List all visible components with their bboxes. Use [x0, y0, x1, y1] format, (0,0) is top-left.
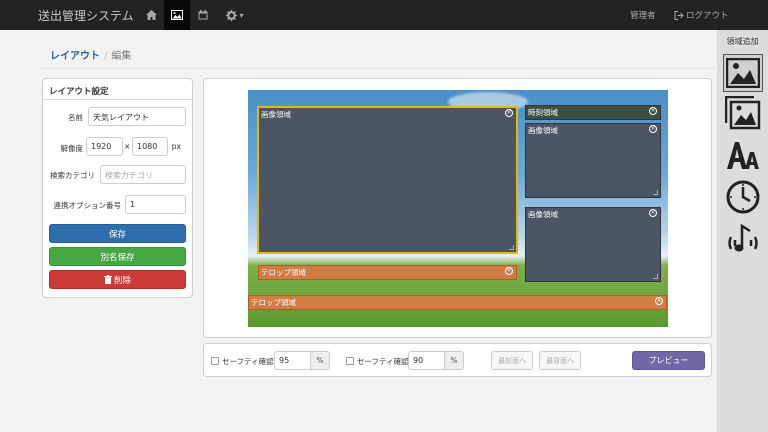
picture-icon — [171, 10, 183, 20]
option-label: 連携オプション番号 — [53, 201, 122, 210]
add-multi-image-region-tool[interactable] — [723, 94, 763, 132]
times-sign: × — [124, 142, 131, 151]
chevron-down-icon: ▾ — [239, 10, 244, 20]
region-label: テロップ領域 — [251, 298, 296, 307]
name-label: 名前 — [68, 113, 83, 122]
app-title[interactable]: 送出管理システム — [38, 7, 134, 24]
region-label: 時刻領域 — [528, 108, 558, 117]
resize-handle[interactable] — [653, 274, 658, 279]
image-region-right-top[interactable]: 画像領域 × — [525, 123, 661, 198]
region-label: 画像領域 — [528, 126, 558, 135]
breadcrumb-divider — [40, 68, 716, 69]
user-name[interactable]: 管理者 — [630, 9, 656, 21]
safety-check-1-label: セーフティ確認 — [222, 357, 274, 366]
add-text-region-tool[interactable] — [723, 136, 763, 174]
safety-check-1-checkbox[interactable] — [211, 357, 219, 365]
breadcrumb: レイアウト / 編集 — [50, 47, 131, 62]
add-region-sidebar: 領域追加 — [717, 30, 768, 432]
layout-settings-panel: レイアウト設定 名前 天気レイアウト 解像度 1920 × 1080 px 検索… — [42, 78, 193, 298]
telop-region-upper[interactable]: テロップ領域 × — [258, 265, 517, 280]
category-label: 検索カテゴリ — [50, 171, 95, 180]
home-icon — [145, 10, 157, 20]
close-icon[interactable]: × — [649, 107, 657, 115]
save-as-button[interactable]: 別名保存 — [49, 247, 186, 266]
panel-divider — [43, 99, 192, 100]
delete-button[interactable]: 削除 — [49, 270, 186, 289]
region-label: 画像領域 — [261, 110, 291, 119]
add-image-region-tool[interactable] — [723, 54, 763, 92]
safety-check-2-label: セーフティ確認 — [357, 357, 409, 366]
resize-handle[interactable] — [653, 190, 658, 195]
send-to-back-button[interactable]: 最背面へ — [539, 351, 581, 370]
panel-title: レイアウト設定 — [49, 87, 109, 97]
height-input[interactable]: 1080 — [132, 137, 168, 156]
top-navbar: 送出管理システム ▾ 管理者 ログアウト — [0, 0, 768, 30]
close-icon[interactable]: × — [649, 209, 657, 217]
images-icon — [725, 96, 761, 130]
breadcrumb-layout-link[interactable]: レイアウト — [50, 51, 100, 62]
bring-to-front-button[interactable]: 最前面へ — [491, 351, 533, 370]
sidebar-title: 領域追加 — [726, 37, 759, 46]
delete-label: 削除 — [113, 275, 131, 286]
nav-settings-dropdown[interactable]: ▾ — [220, 0, 250, 30]
nav-layout-button[interactable] — [164, 0, 190, 30]
resize-handle[interactable] — [509, 245, 514, 250]
music-icon — [728, 223, 758, 252]
gear-icon — [226, 9, 238, 21]
telop-region-lower[interactable]: テロップ領域 × — [248, 295, 667, 310]
image-region-main[interactable]: 画像領域 × — [257, 106, 518, 254]
breadcrumb-current: 編集 — [111, 51, 132, 62]
canvas-toolbar: セーフティ確認 95 % セーフティ確認 90 % 最前面へ 最背面へ プレビュ… — [203, 343, 712, 377]
picture-icon — [726, 58, 760, 88]
width-input[interactable]: 1920 — [86, 137, 123, 156]
layout-canvas[interactable]: 画像領域 × 時刻領域 × 画像領域 × 画像領域 × テロップ領域 × テロッ… — [248, 90, 668, 327]
breadcrumb-separator: / — [104, 51, 108, 62]
time-region[interactable]: 時刻領域 × — [525, 105, 661, 120]
resolution-label: 解像度 — [60, 144, 84, 153]
text-icon — [727, 142, 759, 169]
add-audio-region-tool[interactable] — [723, 220, 763, 258]
nav-calendar-button[interactable] — [190, 0, 216, 30]
name-input[interactable]: 天気レイアウト — [88, 107, 186, 126]
region-label: 画像領域 — [528, 210, 558, 219]
safety-check-2-checkbox[interactable] — [346, 357, 354, 365]
logout-icon — [674, 10, 684, 20]
close-icon[interactable]: × — [649, 125, 657, 133]
close-icon[interactable]: × — [505, 109, 513, 117]
percent-addon: % — [311, 351, 330, 370]
logout-link[interactable]: ログアウト — [674, 9, 729, 21]
category-input[interactable]: 検索カテゴリ — [100, 165, 186, 184]
calendar-icon — [198, 10, 208, 20]
nav-home-button[interactable] — [138, 0, 164, 30]
save-button[interactable]: 保存 — [49, 224, 186, 243]
logout-label: ログアウト — [686, 11, 729, 21]
add-time-region-tool[interactable] — [723, 178, 763, 216]
image-region-right-bottom[interactable]: 画像領域 × — [525, 207, 661, 282]
option-input[interactable]: 1 — [125, 195, 186, 214]
region-label: テロップ領域 — [261, 268, 306, 277]
close-icon[interactable]: × — [505, 267, 513, 275]
safety-check-1-input[interactable]: 95 — [274, 351, 311, 370]
preview-button[interactable]: プレビュー — [632, 351, 705, 370]
trash-icon — [103, 275, 112, 284]
close-icon[interactable]: × — [655, 297, 663, 305]
clock-icon — [726, 180, 760, 214]
unit-label: px — [171, 142, 181, 151]
percent-addon: % — [445, 351, 464, 370]
safety-check-2-input[interactable]: 90 — [408, 351, 445, 370]
